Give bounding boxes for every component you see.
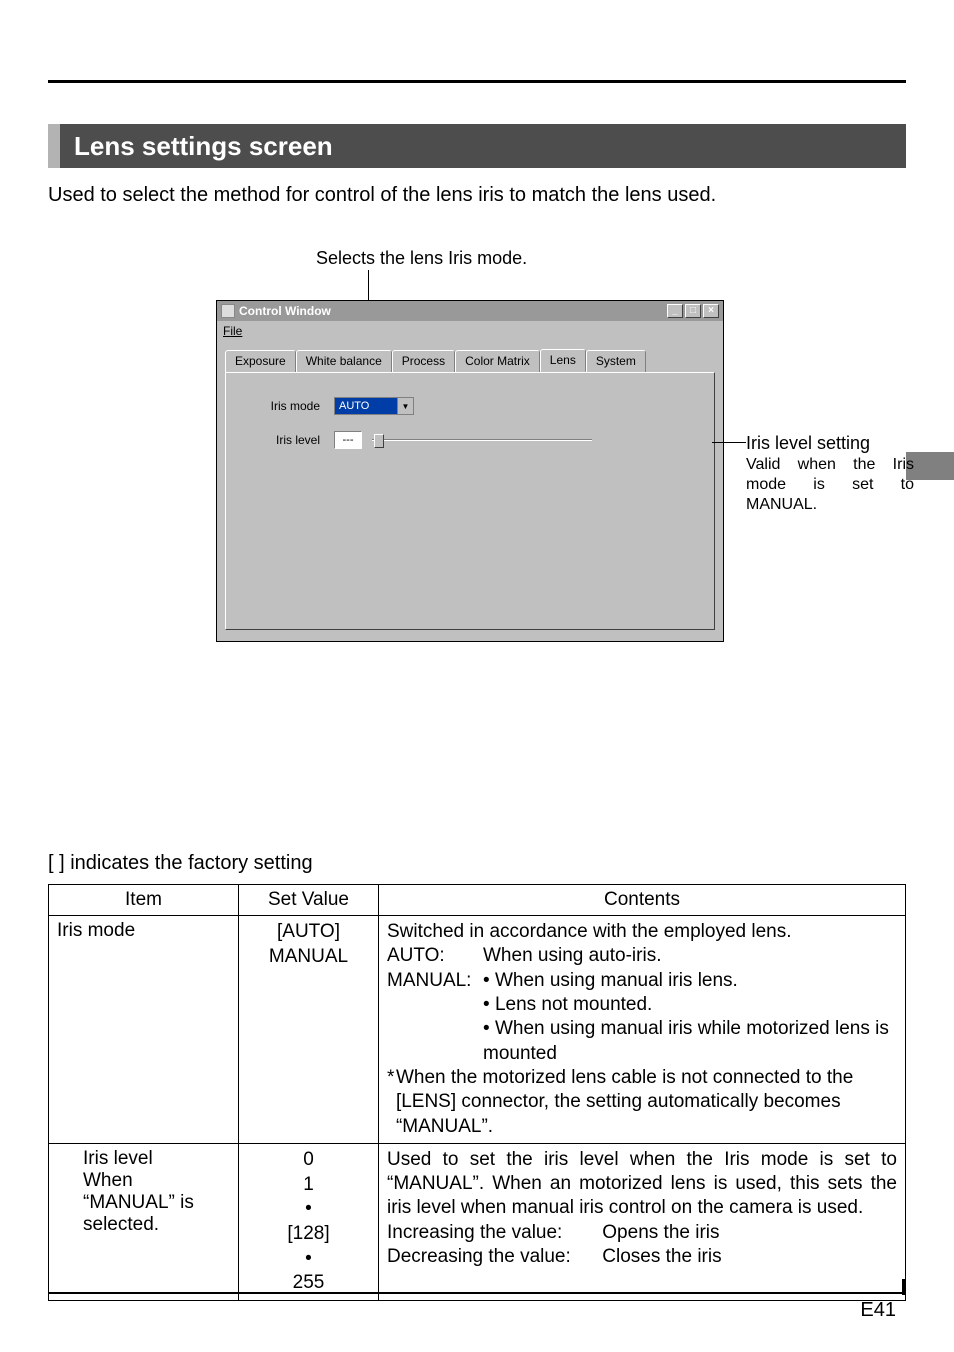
top-rule [48,80,906,83]
chevron-down-icon[interactable]: ▼ [397,398,413,414]
window-icon [221,304,235,318]
maximize-button[interactable]: □ [685,304,701,318]
iris-level-value: --- [334,431,362,449]
tab-system[interactable]: System [586,350,646,373]
callout-line2: mode is set to [746,475,914,495]
callout-line3: MANUAL. [746,495,914,515]
callout-line1: Valid when the Iris [746,455,914,475]
settings-table: Item Set Value Contents Iris mode [AUTO]… [48,884,906,1301]
iris-mode-caption: Selects the lens Iris mode. [316,248,527,269]
iris-mode-value: AUTO [335,398,397,414]
tab-pane-lens: Iris mode AUTO ▼ Iris level --- [225,372,715,630]
cell-setvalue-iris-level: 0 1 • [128] • 255 [239,1143,379,1300]
tab-process[interactable]: Process [392,350,455,373]
tab-exposure[interactable]: Exposure [225,350,296,373]
iris-level-label: Iris level [248,433,320,447]
callout-title: Iris level setting [746,432,914,455]
close-button[interactable]: × [703,304,719,318]
window-title: Control Window [239,304,331,318]
control-window: Control Window _ □ × File Exposure White… [216,300,724,642]
section-title-bar: Lens settings screen [48,124,906,168]
cell-item-iris-level: Iris level When “MANUAL” is selected. [49,1143,239,1300]
intro-text: Used to select the method for control of… [48,184,716,207]
tab-white-balance[interactable]: White balance [296,350,392,373]
table-row: Iris mode [AUTO] MANUAL Switched in acco… [49,916,906,1144]
cell-contents-iris-level: Used to set the iris level when the Iris… [379,1143,906,1300]
bottom-rule [48,1292,906,1294]
menu-bar: File [217,321,723,341]
window-titlebar: Control Window _ □ × [217,301,723,321]
th-contents: Contents [379,885,906,916]
cell-setvalue-iris-mode: [AUTO] MANUAL [239,916,379,1144]
slider-thumb[interactable] [374,434,384,448]
page-title: Lens settings screen [74,131,333,162]
th-set-value: Set Value [239,885,379,916]
iris-mode-caption-leader [368,270,369,300]
slider-track [372,439,592,441]
tab-color-matrix[interactable]: Color Matrix [455,350,540,373]
iris-mode-select[interactable]: AUTO ▼ [334,397,414,415]
iris-level-slider[interactable] [372,431,592,449]
tab-lens[interactable]: Lens [540,349,586,372]
table-row: Iris level When “MANUAL” is selected. 0 … [49,1143,906,1300]
cell-item-iris-mode: Iris mode [49,916,239,1144]
th-item: Item [49,885,239,916]
tab-strip: Exposure White balance Process Color Mat… [225,349,715,372]
iris-level-callout: Iris level setting Valid when the Iris m… [746,432,914,515]
iris-mode-label: Iris mode [248,399,320,413]
title-accent [48,124,60,168]
cell-contents-iris-mode: Switched in accordance with the employed… [379,916,906,1144]
bottom-rule-marker [902,1279,906,1295]
page-number: E41 [860,1299,896,1322]
minimize-button[interactable]: _ [667,304,683,318]
menu-file[interactable]: File [223,324,242,338]
callout-leader [712,442,746,443]
factory-setting-note: [ ] indicates the factory setting [48,852,313,875]
